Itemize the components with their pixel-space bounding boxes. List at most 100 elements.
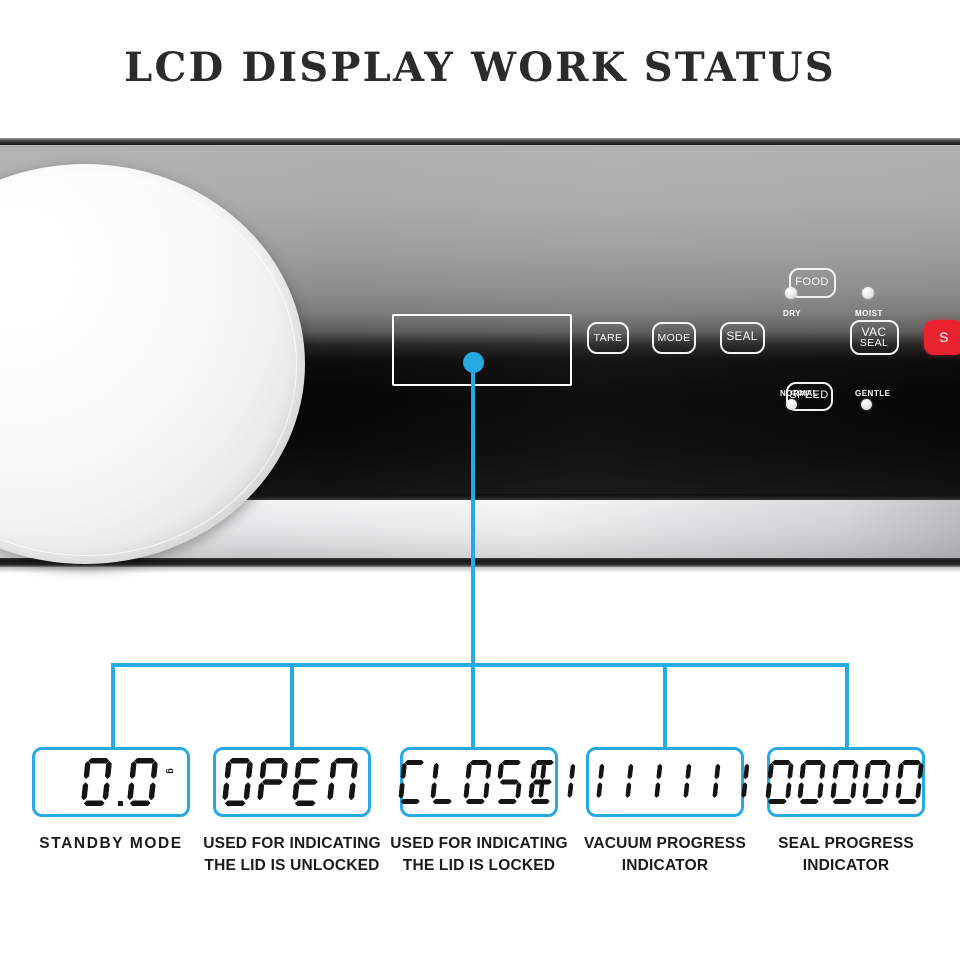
segment-b bbox=[485, 763, 492, 779]
segment-f bbox=[433, 763, 440, 779]
button-mode[interactable]: MODE bbox=[652, 322, 696, 354]
segment-a bbox=[869, 760, 889, 765]
segment-b bbox=[150, 761, 157, 779]
seven-segment-digit bbox=[222, 758, 258, 806]
caption-line: THE LID IS LOCKED bbox=[402, 857, 556, 874]
segment-b bbox=[351, 761, 358, 779]
segment-d bbox=[832, 799, 852, 804]
segment-c bbox=[625, 782, 631, 798]
segment-c bbox=[683, 782, 689, 798]
segment-c bbox=[741, 782, 747, 798]
seven-segment-digit bbox=[518, 761, 549, 803]
seven-segment-digit bbox=[577, 761, 608, 803]
page-title: LCD DISPLAY WORK STATUS bbox=[124, 44, 836, 91]
segment-b bbox=[714, 764, 720, 780]
lcd-segment-row bbox=[224, 758, 360, 806]
seven-segment-digit bbox=[635, 761, 666, 803]
segment-c bbox=[102, 782, 109, 800]
button-seal[interactable]: SEAL bbox=[719, 322, 765, 354]
button-vac-seal[interactable]: VAC SEAL bbox=[849, 319, 899, 355]
segment-g bbox=[297, 779, 318, 785]
led-label-gentle: GENTLE bbox=[855, 389, 891, 398]
segment-b bbox=[884, 763, 891, 779]
segment-a bbox=[229, 758, 250, 764]
segment-a bbox=[264, 758, 285, 764]
segment-e bbox=[798, 782, 805, 798]
segment-f bbox=[224, 761, 231, 779]
segment-a bbox=[836, 760, 856, 765]
seven-segment-digit bbox=[463, 760, 496, 804]
segment-g bbox=[262, 779, 283, 785]
seven-segment-digit bbox=[722, 761, 753, 803]
seven-segment-digit bbox=[398, 760, 431, 804]
segment-c bbox=[483, 782, 490, 798]
segment-b bbox=[743, 764, 749, 780]
caption-vacuum-progress: VACUUM PROGRESS INDICATOR bbox=[572, 833, 758, 877]
segment-e bbox=[895, 782, 902, 798]
caption-standby: STANDBY MODE bbox=[18, 833, 204, 855]
button-label: VAC bbox=[861, 324, 887, 339]
caption-line: THE LID IS UNLOCKED bbox=[204, 857, 380, 874]
machine-drop-shadow bbox=[0, 567, 960, 573]
segment-c bbox=[654, 782, 660, 798]
callout-branch-2 bbox=[471, 665, 475, 747]
segment-b bbox=[246, 761, 253, 779]
segment-b bbox=[627, 764, 633, 780]
callout-horizontal-bar bbox=[111, 663, 849, 667]
segment-e bbox=[81, 782, 88, 800]
lcd-state-open bbox=[213, 747, 371, 817]
segment-f bbox=[400, 763, 407, 779]
led-label-moist: MOIST bbox=[855, 309, 883, 318]
button-label: MODE bbox=[657, 331, 691, 344]
segment-c bbox=[882, 782, 889, 798]
segment-f bbox=[767, 763, 774, 779]
button-label: SEAL bbox=[726, 331, 758, 344]
segment-b bbox=[540, 764, 546, 780]
caption-line: VACUUM PROGRESS bbox=[583, 835, 747, 852]
lcd-state-standby: g bbox=[32, 747, 190, 817]
segment-d bbox=[498, 799, 518, 804]
callout-branch-4 bbox=[845, 665, 849, 747]
segment-a bbox=[134, 758, 155, 764]
segment-d bbox=[897, 799, 917, 804]
seven-segment-digit bbox=[797, 760, 830, 804]
segment-d bbox=[768, 799, 788, 804]
segment-b bbox=[819, 763, 826, 779]
segment-a bbox=[299, 758, 320, 764]
seven-segment-digit bbox=[765, 760, 798, 804]
caption-seal-progress: SEAL PROGRESS INDICATOR bbox=[753, 833, 939, 877]
segment-c bbox=[348, 782, 355, 800]
seven-segment-digit bbox=[126, 758, 162, 806]
segment-e bbox=[765, 782, 772, 798]
lcd-display-window bbox=[392, 314, 572, 386]
seven-segment-digit bbox=[257, 758, 293, 806]
segment-a bbox=[772, 760, 792, 765]
segment-a bbox=[469, 760, 489, 765]
caption-close: USED FOR INDICATING THE LID IS LOCKED bbox=[386, 833, 572, 877]
segment-e bbox=[862, 782, 869, 798]
segment-g bbox=[500, 779, 520, 784]
segment-b bbox=[656, 764, 662, 780]
segment-f bbox=[294, 761, 301, 779]
segment-b bbox=[787, 763, 794, 779]
seven-segment-digit bbox=[894, 760, 927, 804]
segment-f bbox=[259, 761, 266, 779]
caption-line: SEAL PROGRESS bbox=[778, 835, 914, 852]
seven-segment-digit bbox=[664, 761, 695, 803]
lcd-segment-row bbox=[767, 760, 925, 804]
segment-f bbox=[83, 761, 90, 779]
segment-e bbox=[327, 782, 334, 800]
segment-d bbox=[83, 800, 104, 806]
segment-c bbox=[785, 782, 792, 798]
segment-e bbox=[292, 782, 299, 800]
segment-a bbox=[334, 758, 355, 764]
seven-segment-digit bbox=[830, 760, 863, 804]
segment-c bbox=[567, 782, 573, 798]
segment-f bbox=[465, 763, 472, 779]
led-label-normal: NORMAL bbox=[780, 389, 819, 398]
machine-top-edge bbox=[0, 138, 960, 145]
button-tare[interactable]: TARE bbox=[587, 322, 629, 354]
button-stop[interactable]: S bbox=[924, 319, 960, 355]
callout-stem bbox=[471, 362, 475, 665]
button-label: TARE bbox=[593, 331, 623, 344]
